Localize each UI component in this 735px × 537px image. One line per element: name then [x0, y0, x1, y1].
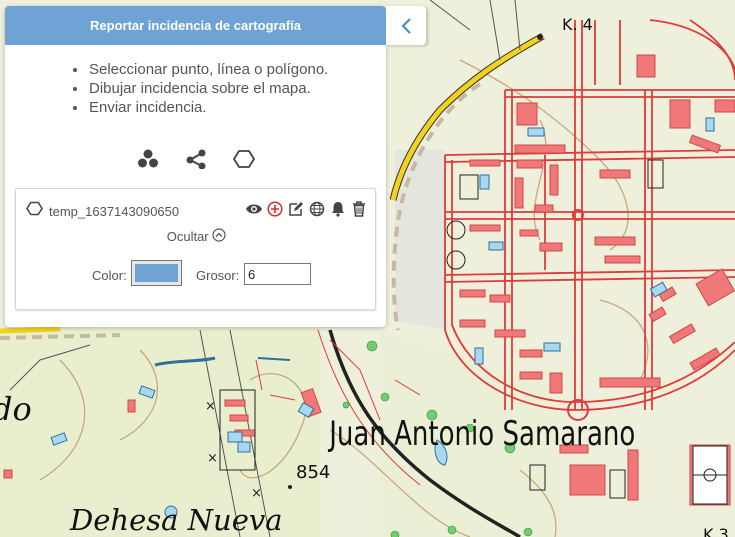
polygon-icon — [26, 201, 43, 221]
chevron-left-icon[interactable] — [386, 6, 426, 45]
instruction-item: Dibujar incidencia sobre el mapa. — [88, 79, 386, 98]
instruction-item: Enviar incidencia. — [88, 98, 386, 117]
hide-label: Ocultar — [166, 229, 209, 245]
instruction-item: Seleccionar punto, línea o polígono. — [88, 60, 386, 79]
map-label-dehesa-nueva: Dehesa Nueva — [69, 503, 283, 537]
incident-report-panel: Reportar incidencia de cartografía Selec… — [5, 6, 386, 327]
svg-text:×: × — [251, 486, 262, 501]
incident-layer-card: temp_1637143090650 Ocultar Color: Grosor… — [15, 188, 376, 310]
add-circle-icon[interactable] — [266, 200, 284, 218]
map-label-partial-left: do — [0, 390, 32, 428]
bell-icon[interactable] — [329, 200, 347, 218]
map-label-elevation: 854 — [296, 462, 330, 483]
polygon-tool-icon[interactable] — [232, 148, 256, 170]
panel-title: Reportar incidencia de cartografía — [5, 6, 386, 45]
color-label: Color: — [92, 268, 127, 283]
grosor-label: Grosor: — [196, 268, 240, 283]
chevron-up-icon — [212, 228, 226, 245]
hide-toggle[interactable]: Ocultar — [16, 228, 377, 245]
eye-icon[interactable] — [245, 200, 263, 218]
edit-icon[interactable] — [287, 200, 305, 218]
globe-icon[interactable] — [308, 200, 326, 218]
layer-name: temp_1637143090650 — [49, 203, 180, 219]
map-label-road-k4: K. 4 — [562, 15, 593, 34]
line-tool-icon[interactable] — [184, 148, 208, 170]
draw-tools — [5, 148, 386, 170]
svg-text:×: × — [205, 399, 216, 414]
color-picker[interactable] — [131, 260, 182, 286]
point-tool-icon[interactable] — [136, 148, 160, 170]
svg-text:×: × — [207, 451, 218, 466]
color-swatch-fill — [135, 264, 178, 282]
map-label-partial-bottom: K 3 — [703, 525, 729, 537]
instructions-list: Seleccionar punto, línea o polígono. Dib… — [5, 45, 386, 117]
trash-icon[interactable] — [350, 200, 368, 218]
map-label-samaranch: Juan Antonio Samarano — [327, 415, 635, 454]
layer-actions — [245, 200, 368, 218]
grosor-input[interactable] — [244, 263, 311, 285]
